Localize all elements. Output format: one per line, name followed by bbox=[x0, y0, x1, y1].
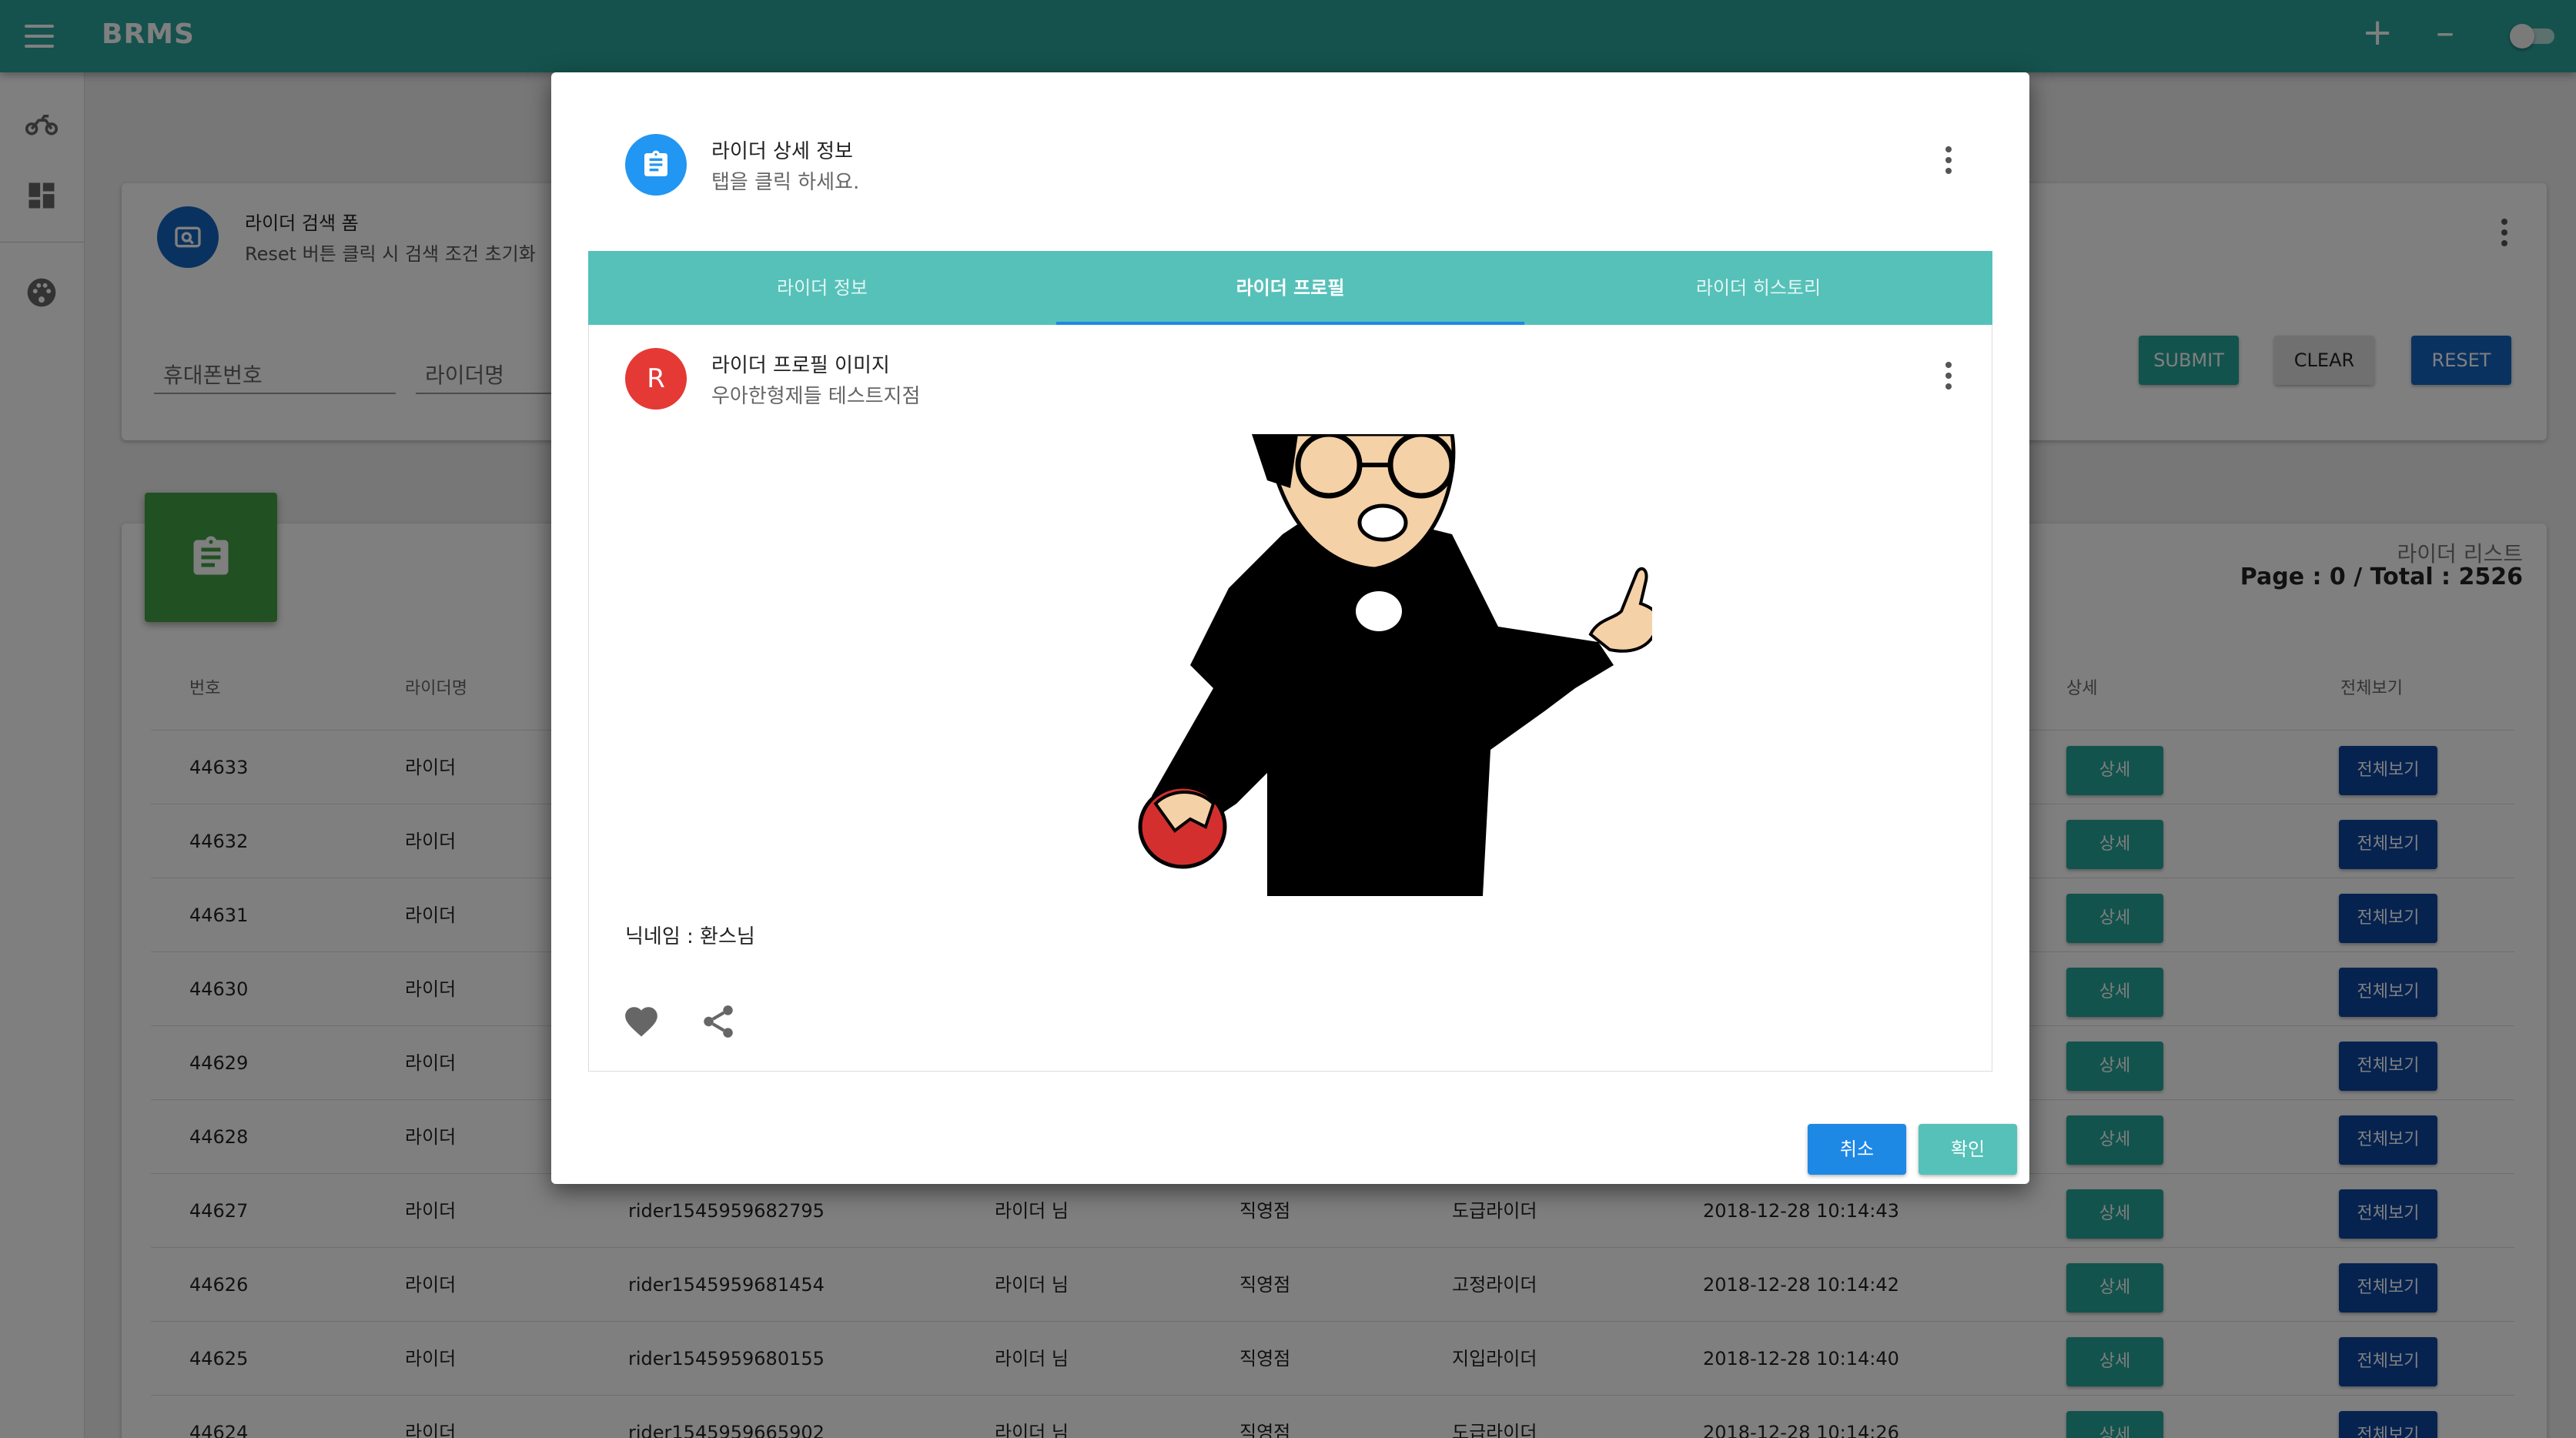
profile-title: 라이더 프로필 이미지 bbox=[711, 354, 890, 377]
profile-image bbox=[959, 434, 1652, 896]
tab-rider-profile[interactable]: 라이더 프로필 bbox=[1056, 251, 1524, 325]
share-icon[interactable] bbox=[699, 1002, 738, 1041]
tab-rider-info[interactable]: 라이더 정보 bbox=[588, 251, 1056, 325]
dialog-title: 라이더 상세 정보 bbox=[711, 140, 853, 163]
confirm-button[interactable]: 확인 bbox=[1919, 1124, 2017, 1175]
heart-icon[interactable] bbox=[622, 1002, 661, 1041]
cancel-button[interactable]: 취소 bbox=[1808, 1124, 1906, 1175]
nickname-text: 닉네임 : 환스님 bbox=[625, 925, 755, 948]
profile-subtitle: 우아한형제들 테스트지점 bbox=[711, 385, 921, 408]
more-vert-icon[interactable] bbox=[1945, 146, 1952, 179]
dialog-tabs: 라이더 정보 라이더 프로필 라이더 히스토리 bbox=[588, 251, 1992, 325]
avatar: R bbox=[625, 348, 687, 410]
tab-rider-history[interactable]: 라이더 히스토리 bbox=[1524, 251, 1992, 325]
more-vert-icon[interactable] bbox=[1945, 362, 1952, 394]
dialog-subtitle: 탭을 클릭 하세요. bbox=[711, 171, 860, 194]
rider-detail-dialog: 라이더 상세 정보 탭을 클릭 하세요. 라이더 정보 라이더 프로필 라이더 … bbox=[551, 72, 2029, 1184]
clipboard-icon bbox=[625, 134, 687, 196]
